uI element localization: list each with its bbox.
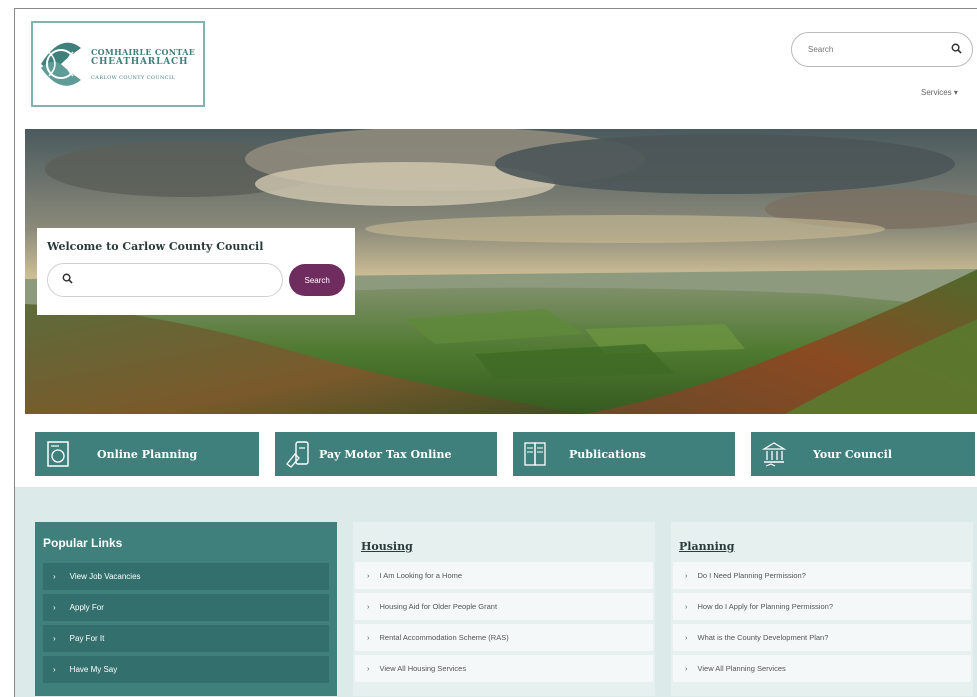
link-label: View All Planning Services [697, 664, 786, 673]
welcome-title: Welcome to Carlow County Council [47, 240, 264, 253]
planning-link-item[interactable]: › View All Planning Services [673, 655, 971, 682]
chevron-right-icon: › [367, 602, 370, 611]
chevron-right-icon: › [685, 633, 688, 642]
popular-link-item[interactable]: › View Job Vacancies [43, 563, 329, 590]
link-label: Housing Aid for Older People Grant [379, 602, 498, 611]
chevron-right-icon: › [685, 571, 688, 580]
planning-link-item[interactable]: › What is the County Development Plan? [673, 624, 971, 651]
chevron-right-icon: › [685, 602, 688, 611]
chevron-right-icon: › [685, 664, 688, 673]
logo-line-irish-2: CHEATHARLACH [91, 57, 189, 67]
link-label: View All Housing Services [379, 664, 467, 673]
site-header: COMHAIRLE CONTAE CHEATHARLACH CARLOW COU… [15, 9, 977, 119]
chevron-right-icon: › [367, 571, 370, 580]
popular-links-title: Popular Links [43, 536, 123, 550]
tile-label: Online Planning [97, 447, 198, 461]
link-label: How do I Apply for Planning Permission? [697, 602, 834, 611]
logo-line-irish-1: COMHAIRLE CONTAE [91, 47, 196, 57]
tile-label: Your Council [813, 447, 892, 461]
browser-page: COMHAIRLE CONTAE CHEATHARLACH CARLOW COU… [14, 8, 977, 697]
planning-link-item[interactable]: › Do I Need Planning Permission? [673, 562, 971, 589]
link-label: Do I Need Planning Permission? [697, 571, 806, 580]
search-icon [62, 273, 73, 287]
council-building-icon [761, 442, 787, 467]
chevron-right-icon: › [53, 634, 56, 643]
search-icon[interactable] [951, 43, 962, 57]
publications-icon [524, 442, 546, 466]
tile-label: Pay Motor Tax Online [319, 447, 452, 461]
links-section: Popular Links › View Job Vacancies › Apply… [15, 487, 977, 697]
welcome-search-row: Search [47, 263, 345, 297]
planning-title[interactable]: Planning [671, 522, 973, 562]
link-label: I Am Looking for a Home [379, 571, 463, 580]
housing-title[interactable]: Housing [353, 522, 655, 562]
welcome-search-input[interactable] [47, 263, 284, 297]
tile-pay-motor-tax[interactable]: Pay Motor Tax Online [275, 432, 497, 476]
popular-link-item[interactable]: › Have My Say [43, 656, 329, 683]
mobile-payment-icon [286, 441, 309, 468]
chevron-right-icon: › [53, 665, 56, 674]
housing-link-item[interactable]: › I Am Looking for a Home [355, 562, 653, 589]
link-label: Have My Say [69, 665, 118, 674]
link-label: What is the County Development Plan? [697, 633, 829, 642]
chevron-right-icon: › [53, 572, 56, 581]
link-label: Pay For It [69, 634, 105, 643]
council-logo[interactable]: COMHAIRLE CONTAE CHEATHARLACH CARLOW COU… [31, 21, 205, 107]
popular-links-panel: Popular Links › View Job Vacancies › Apply… [35, 522, 337, 696]
header-search-input[interactable] [808, 45, 951, 54]
welcome-search-card: Welcome to Carlow County Council Search [37, 228, 355, 315]
chevron-right-icon: › [367, 664, 370, 673]
tile-label: Publications [569, 447, 646, 461]
link-label: Apply For [69, 603, 104, 612]
tile-your-council[interactable]: Your Council [751, 432, 975, 476]
tile-publications[interactable]: Publications [513, 432, 735, 476]
search-button[interactable]: Search [289, 264, 345, 296]
planning-link-item[interactable]: › How do I Apply for Planning Permission? [673, 593, 971, 620]
chevron-right-icon: › [367, 633, 370, 642]
services-menu[interactable]: Services ▾ [921, 88, 958, 97]
planning-panel: Planning › Do I Need Planning Permission?… [671, 522, 973, 696]
chevron-right-icon: › [53, 603, 56, 612]
council-crest-icon [37, 28, 85, 100]
tile-online-planning[interactable]: Online Planning [35, 432, 259, 476]
housing-link-item[interactable]: › View All Housing Services [355, 655, 653, 682]
housing-panel: Housing › I Am Looking for a Home › Housin… [353, 522, 655, 696]
logo-text: COMHAIRLE CONTAE CHEATHARLACH CARLOW COU… [91, 47, 195, 81]
quick-links-tiles: Online Planning Pay Motor Tax Online Pub… [35, 432, 975, 476]
housing-link-item[interactable]: › Housing Aid for Older People Grant [355, 593, 653, 620]
header-search-box[interactable] [791, 32, 973, 67]
popular-link-item[interactable]: › Pay For It [43, 625, 329, 652]
link-label: View Job Vacancies [69, 572, 141, 581]
popular-link-item[interactable]: › Apply For [43, 594, 329, 621]
logo-line-english: CARLOW COUNTY COUNCIL [91, 75, 176, 81]
housing-link-item[interactable]: › Rental Accommodation Scheme (RAS) [355, 624, 653, 651]
planning-icon [47, 441, 69, 467]
link-label: Rental Accommodation Scheme (RAS) [379, 633, 509, 642]
